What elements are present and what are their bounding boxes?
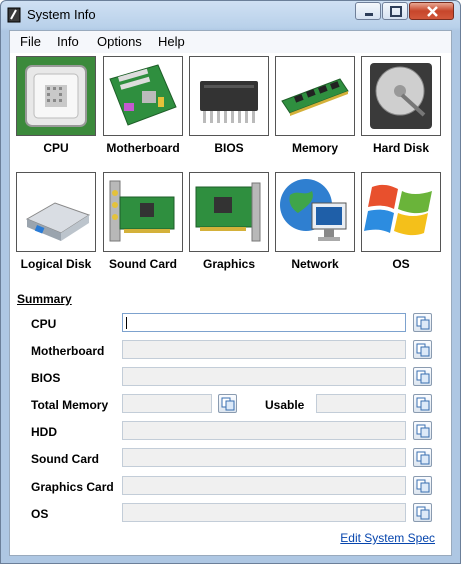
tile-network[interactable] — [275, 172, 355, 252]
tile-label-bios: BIOS — [214, 141, 244, 155]
menu-info[interactable]: Info — [57, 34, 79, 49]
tile-label-cpu: CPU — [43, 141, 69, 155]
label-motherboard: Motherboard — [31, 344, 105, 358]
graphics-card-icon — [195, 182, 261, 242]
sound-card-icon — [109, 180, 175, 242]
close-icon — [427, 6, 438, 17]
tile-label-sound-card: Sound Card — [109, 257, 177, 271]
copy-graphics-card-button[interactable] — [413, 476, 432, 495]
tile-hard-disk[interactable] — [361, 56, 441, 136]
bios-chip-icon — [200, 81, 258, 123]
cpu-icon — [25, 65, 87, 127]
copy-icon — [416, 506, 430, 520]
menu-bar: File Info Options Help — [10, 31, 451, 53]
copy-hdd-button[interactable] — [413, 421, 432, 440]
tile-label-os: OS — [392, 257, 410, 271]
copy-icon — [416, 424, 430, 438]
cpu-field[interactable] — [122, 313, 406, 332]
tile-label-graphics: Graphics — [202, 257, 256, 271]
tile-label-motherboard: Motherboard — [106, 141, 180, 155]
tile-os[interactable] — [361, 172, 441, 252]
label-usable: Usable — [265, 398, 305, 412]
minimize-icon — [365, 13, 373, 16]
app-window: System Info File Info Options Help CPU M… — [0, 0, 461, 564]
os-field[interactable] — [122, 503, 406, 522]
memory-icon — [281, 78, 349, 116]
tile-label-network: Network — [291, 257, 339, 271]
summary-heading: Summary — [17, 292, 72, 306]
motherboard-icon — [109, 64, 177, 126]
minimize-button[interactable] — [355, 2, 381, 20]
usable-memory-field[interactable] — [316, 394, 406, 413]
network-icon — [280, 179, 347, 241]
label-total-memory: Total Memory — [31, 398, 109, 412]
tile-memory[interactable] — [275, 56, 355, 136]
maximize-icon — [390, 6, 402, 17]
copy-icon — [416, 316, 430, 330]
menu-file[interactable]: File — [20, 34, 41, 49]
tile-cpu[interactable] — [16, 56, 96, 136]
label-cpu: CPU — [31, 317, 57, 331]
copy-sound-card-button[interactable] — [413, 448, 432, 467]
app-icon — [7, 7, 21, 23]
copy-icon — [416, 451, 430, 465]
copy-icon — [416, 479, 430, 493]
copy-icon — [416, 370, 430, 384]
label-os: OS — [31, 507, 49, 521]
copy-icon — [221, 397, 235, 411]
total-memory-field[interactable] — [122, 394, 212, 413]
copy-usable-button[interactable] — [413, 394, 432, 413]
copy-icon — [416, 343, 430, 357]
motherboard-field[interactable] — [122, 340, 406, 359]
tile-label-hard-disk: Hard Disk — [372, 141, 430, 155]
menu-options[interactable]: Options — [97, 34, 142, 49]
copy-total-memory-button[interactable] — [218, 394, 237, 413]
tile-motherboard[interactable] — [103, 56, 183, 136]
tile-bios[interactable] — [189, 56, 269, 136]
copy-os-button[interactable] — [413, 503, 432, 522]
label-sound-card: Sound Card — [31, 452, 99, 466]
hard-disk-icon — [370, 63, 432, 129]
tile-label-logical-disk: Logical Disk — [20, 257, 92, 271]
close-button[interactable] — [409, 2, 454, 20]
graphics-card-field[interactable] — [122, 476, 406, 495]
title-bar[interactable]: System Info — [1, 1, 460, 29]
tile-graphics[interactable] — [189, 172, 269, 252]
menu-help[interactable]: Help — [158, 34, 185, 49]
maximize-button[interactable] — [382, 2, 408, 20]
client-area: File Info Options Help CPU Motherboard B… — [9, 30, 452, 556]
copy-motherboard-button[interactable] — [413, 340, 432, 359]
label-bios: BIOS — [31, 371, 61, 385]
tile-logical-disk[interactable] — [16, 172, 96, 252]
logical-disk-icon — [25, 202, 91, 241]
edit-system-spec-link[interactable]: Edit System Spec — [340, 531, 435, 545]
window-title: System Info — [27, 7, 96, 22]
tile-sound-card[interactable] — [103, 172, 183, 252]
windows-logo-icon — [364, 184, 432, 236]
label-hdd: HDD — [31, 425, 57, 439]
hdd-field[interactable] — [122, 421, 406, 440]
copy-cpu-button[interactable] — [413, 313, 432, 332]
sound-card-field[interactable] — [122, 448, 406, 467]
bios-field[interactable] — [122, 367, 406, 386]
copy-bios-button[interactable] — [413, 367, 432, 386]
copy-icon — [416, 397, 430, 411]
label-graphics-card: Graphics Card — [31, 480, 114, 494]
tile-label-memory: Memory — [291, 141, 338, 155]
text-caret — [126, 317, 127, 329]
